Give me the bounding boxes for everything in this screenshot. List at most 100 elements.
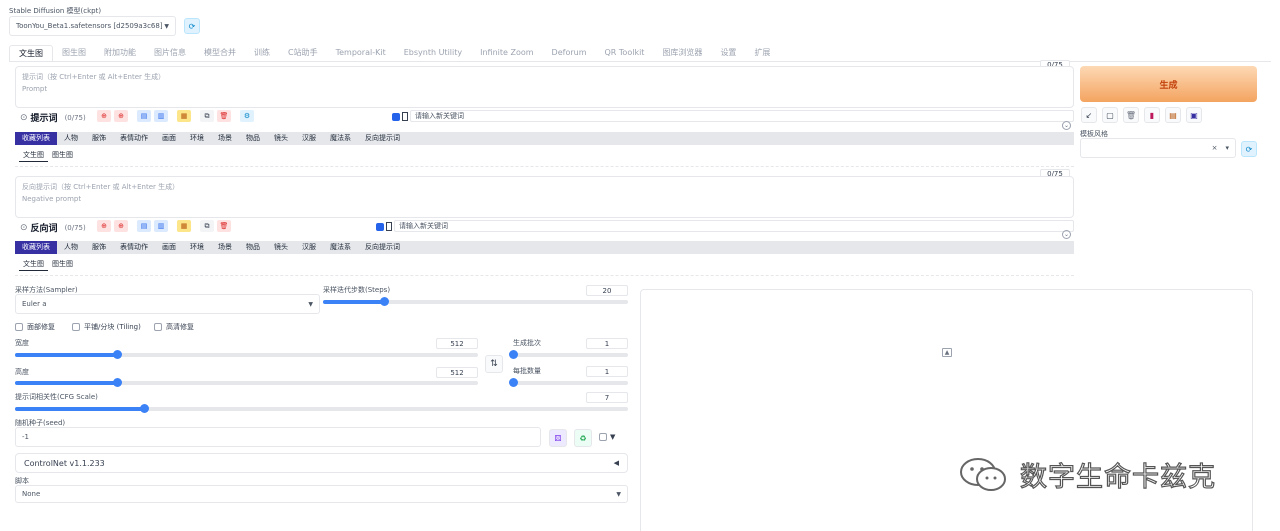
tab-civitai[interactable]: C站助手 [279, 45, 327, 61]
width-value[interactable]: 512 [436, 338, 478, 349]
cfg-slider-handle[interactable] [139, 404, 149, 413]
category-item[interactable]: 服饰 [85, 132, 113, 145]
generate-button[interactable]: 生成 [1080, 66, 1257, 102]
category-item[interactable]: 魔法系 [323, 132, 358, 145]
paste-icon[interactable]: ▥ [154, 110, 168, 122]
category-item[interactable]: 人物 [57, 241, 85, 254]
category-item[interactable]: 汉服 [295, 132, 323, 145]
tab-gallery[interactable]: 图库浏览器 [653, 45, 711, 61]
prompt-textarea[interactable]: 提示词（按 Ctrl+Enter 或 Alt+Enter 生成） Prompt [15, 66, 1074, 108]
steps-slider[interactable] [323, 297, 628, 306]
category-item[interactable]: 反向提示词 [358, 241, 407, 254]
duplicate-icon[interactable]: ⧉ [200, 110, 214, 122]
category-item[interactable]: 收藏列表 [15, 132, 57, 145]
height-value[interactable]: 512 [436, 367, 478, 378]
trash-icon[interactable]: 🗑 [217, 110, 231, 122]
category-item[interactable]: 物品 [239, 132, 267, 145]
extra-seed-toggle[interactable]: ▼ [599, 433, 615, 441]
translate-icon[interactable]: ⊕ [97, 110, 111, 122]
tab-ebsynth[interactable]: Ebsynth Utility [395, 45, 471, 61]
seed-input[interactable]: -1 [15, 427, 541, 447]
history-icon[interactable]: ▦ [177, 110, 191, 122]
keyword-toggle[interactable] [386, 222, 392, 231]
gear-icon[interactable]: ⚙ [240, 110, 254, 122]
batch-count-slider[interactable] [509, 350, 628, 359]
copy-icon[interactable]: ▤ [137, 220, 151, 232]
collapse-chevron-icon[interactable]: ⌄ [1062, 121, 1071, 130]
cfg-slider[interactable] [15, 404, 628, 413]
batch-size-slider-handle[interactable] [509, 378, 518, 387]
tab-temporal-kit[interactable]: Temporal-Kit [327, 45, 395, 61]
arrow-icon[interactable]: ↙ [1081, 107, 1097, 123]
keyword-checkbox[interactable] [376, 222, 384, 231]
steps-value[interactable]: 20 [586, 285, 628, 296]
tab-infinite-zoom[interactable]: Infinite Zoom [471, 45, 542, 61]
clipboard-icon[interactable]: ▤ [1165, 107, 1181, 123]
tab-qr-toolkit[interactable]: QR Toolkit [596, 45, 654, 61]
height-slider-handle[interactable] [112, 378, 122, 387]
document-icon[interactable]: ▢ [1102, 107, 1118, 123]
hires-checkbox[interactable] [154, 323, 162, 331]
translate-alt-icon[interactable]: ⊕ [114, 220, 128, 232]
refresh-template-button[interactable]: ⟳ [1241, 141, 1257, 157]
category-item[interactable]: 物品 [239, 241, 267, 254]
tiling-checkbox[interactable] [72, 323, 80, 331]
tab-settings[interactable]: 设置 [711, 45, 745, 61]
keyword-checkbox[interactable] [392, 112, 400, 121]
subtab-img2img[interactable]: 图生图 [48, 149, 77, 162]
batch-size-slider[interactable] [509, 378, 628, 387]
tiling-option[interactable]: 平铺/分块 (Tiling) [72, 322, 141, 332]
tab-merge[interactable]: 模型合并 [195, 45, 245, 61]
tab-png-info[interactable]: 图片信息 [145, 45, 195, 61]
controlnet-accordion[interactable]: ControlNet v1.1.233 ◀ [15, 453, 628, 473]
face-restore-checkbox[interactable] [15, 323, 23, 331]
history-icon[interactable]: ▦ [177, 220, 191, 232]
bookmark-icon[interactable]: ▮ [1144, 107, 1160, 123]
width-slider[interactable] [15, 350, 478, 359]
category-item[interactable]: 画面 [155, 132, 183, 145]
category-item[interactable]: 镜头 [267, 241, 295, 254]
category-item[interactable]: 场景 [211, 132, 239, 145]
trash-icon[interactable]: 🗑 [1123, 107, 1139, 123]
cfg-value[interactable]: 7 [586, 392, 628, 403]
category-item[interactable]: 服饰 [85, 241, 113, 254]
collapse-chevron-icon[interactable]: ⌄ [1062, 230, 1071, 239]
category-item[interactable]: 环境 [183, 132, 211, 145]
tab-extensions[interactable]: 扩展 [745, 45, 779, 61]
tab-extras[interactable]: 附加功能 [95, 45, 145, 61]
paste-icon[interactable]: ▥ [154, 220, 168, 232]
category-item[interactable]: 收藏列表 [15, 241, 57, 254]
category-item[interactable]: 反向提示词 [358, 132, 407, 145]
tab-txt2img[interactable]: 文生图 [9, 45, 53, 61]
batch-size-value[interactable]: 1 [586, 366, 628, 377]
width-slider-handle[interactable] [112, 350, 122, 359]
trash-icon[interactable]: 🗑 [217, 220, 231, 232]
script-select[interactable]: None ▼ [15, 485, 628, 503]
height-slider[interactable] [15, 378, 478, 387]
copy-icon[interactable]: ▤ [137, 110, 151, 122]
sampler-select[interactable]: Euler a ▼ [15, 294, 320, 314]
subtab-txt2img[interactable]: 文生图 [19, 258, 48, 271]
random-seed-button[interactable]: ⚄ [549, 429, 567, 447]
tab-deforum[interactable]: Deforum [543, 45, 596, 61]
category-item[interactable]: 镜头 [267, 132, 295, 145]
reuse-seed-button[interactable]: ♻ [574, 429, 592, 447]
template-select[interactable]: × ▾ [1080, 138, 1236, 158]
subtab-img2img[interactable]: 图生图 [48, 258, 77, 271]
steps-slider-handle[interactable] [380, 297, 389, 306]
extra-seed-checkbox[interactable] [599, 433, 607, 441]
prompt-keyword-input[interactable]: 请输入新关键词 [410, 110, 1074, 122]
swap-dimensions-button[interactable]: ⇅ [485, 355, 503, 373]
category-item[interactable]: 场景 [211, 241, 239, 254]
tab-img2img[interactable]: 图生图 [53, 45, 95, 61]
face-restore-option[interactable]: 面部修复 [15, 322, 55, 332]
hires-option[interactable]: 高清修复 [154, 322, 194, 332]
batch-count-value[interactable]: 1 [586, 338, 628, 349]
subtab-txt2img[interactable]: 文生图 [19, 149, 48, 162]
save-icon[interactable]: ▣ [1186, 107, 1202, 123]
category-item[interactable]: 环境 [183, 241, 211, 254]
collapse-icon[interactable]: ⊙ [20, 223, 28, 233]
tab-train[interactable]: 训练 [245, 45, 279, 61]
keyword-toggle[interactable] [402, 112, 408, 121]
translate-alt-icon[interactable]: ⊕ [114, 110, 128, 122]
